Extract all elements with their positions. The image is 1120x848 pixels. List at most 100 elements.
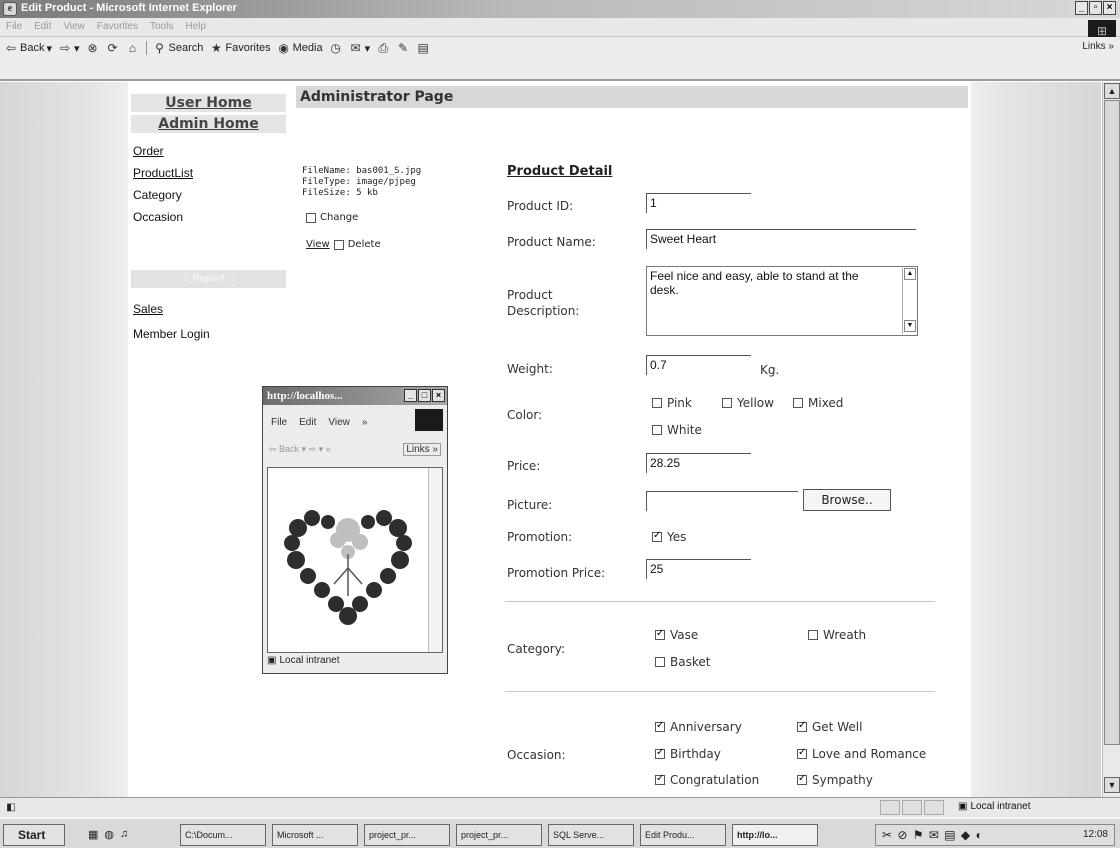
price-field[interactable]: 28.25 (646, 453, 751, 473)
occasion-birthday-checkbox[interactable] (655, 747, 665, 759)
favorites-label: Favorites (225, 42, 271, 54)
occasion-congratulation-checkbox[interactable] (655, 773, 665, 785)
popup-nav-buttons[interactable]: ⇦ Back ▾ ⇨ ▾ » (269, 444, 331, 455)
occasion-sympathy-checkbox[interactable] (797, 773, 807, 785)
change-checkbox[interactable] (306, 212, 316, 223)
menu-file[interactable]: File (6, 21, 22, 32)
print-button[interactable]: ⎙ (376, 41, 390, 55)
sidebar-item-member-login[interactable]: Member Login (133, 327, 210, 341)
task-button-active[interactable]: http://lo... (732, 824, 818, 846)
search-button[interactable]: ⚲ Search (153, 41, 203, 55)
description-textarea[interactable]: Feel nice and easy, able to stand at the… (646, 266, 918, 336)
browse-button[interactable]: Browse.. (803, 489, 891, 511)
color-yellow-label: Yellow (737, 396, 774, 410)
popup-menu-more[interactable]: » (362, 417, 368, 428)
quick-launch: ▦ ◍ ♫ (88, 828, 128, 841)
occasion-anniversary-checkbox[interactable] (655, 720, 665, 732)
popup-menu-edit[interactable]: Edit (299, 417, 316, 428)
promotion-price-field[interactable]: 25 (646, 559, 751, 579)
picture-file-field[interactable] (646, 491, 798, 511)
color-pink-checkbox[interactable] (652, 398, 662, 408)
task-button[interactable]: Edit Produ... (640, 824, 726, 846)
occasion-option-congratulation: Congratulation (655, 773, 759, 787)
ie-app-icon[interactable]: e (3, 2, 17, 16)
weight-field[interactable]: 0.7 (646, 355, 751, 375)
media-button[interactable]: ◉ Media (277, 41, 322, 55)
back-button[interactable]: ⇦ Back ▾ (4, 41, 52, 55)
stop-button[interactable]: ⊗ (86, 41, 100, 55)
browser-icon[interactable]: ◍ (104, 828, 114, 841)
view-picture-link[interactable]: View (306, 239, 330, 250)
user-home-link[interactable]: User Home (131, 94, 286, 112)
page-scrollbar[interactable]: ▲ ▼ (1102, 82, 1120, 797)
popup-maximize-button[interactable]: □ (418, 389, 431, 402)
task-button[interactable]: Microsoft ... (272, 824, 358, 846)
scroll-up-icon[interactable]: ▲ (904, 268, 916, 280)
close-button[interactable]: × (1103, 1, 1116, 15)
favorites-button[interactable]: ★ Favorites (209, 41, 271, 55)
refresh-button[interactable]: ⟳ (106, 41, 120, 55)
media-player-icon[interactable]: ♫ (120, 828, 128, 841)
admin-home-link[interactable]: Admin Home (131, 115, 286, 133)
product-name-field[interactable]: Sweet Heart (646, 229, 916, 249)
restore-button[interactable]: ▫ (1089, 1, 1102, 15)
menu-help[interactable]: Help (185, 21, 206, 32)
sidebar-item-occasion[interactable]: Occasion (133, 210, 183, 224)
category-wreath-checkbox[interactable] (808, 630, 818, 640)
sidebar-item-order[interactable]: Order (133, 144, 164, 158)
scrollbar-thumb[interactable] (1104, 100, 1120, 745)
edit-icon: ✎ (398, 41, 409, 55)
popup-links-button[interactable]: Links » (403, 443, 441, 456)
status-bar: ◧ ▣ Local intranet (0, 797, 1120, 817)
window-controls: _ ▫ × (1075, 1, 1116, 15)
sidebar-item-sales[interactable]: Sales (133, 302, 163, 316)
menu-edit[interactable]: Edit (34, 21, 51, 32)
status-cell (924, 800, 944, 815)
desktop-icon[interactable]: ▦ (88, 828, 98, 841)
delete-checkbox[interactable] (333, 239, 344, 250)
menu-tools[interactable]: Tools (150, 21, 173, 32)
start-label: Start (18, 828, 46, 842)
popup-menu-view[interactable]: View (328, 417, 350, 428)
popup-menu-file[interactable]: File (271, 417, 287, 428)
task-button[interactable]: C:\Docum... (180, 824, 266, 846)
occasion-get-well-checkbox[interactable] (797, 720, 807, 732)
scroll-down-icon[interactable]: ▼ (904, 320, 916, 332)
product-id-field[interactable]: 1 (646, 193, 751, 213)
task-button[interactable]: project_pr... (364, 824, 450, 846)
toolbar-separator (145, 41, 147, 55)
minimize-button[interactable]: _ (1075, 1, 1088, 15)
occasion-love-checkbox[interactable] (797, 747, 807, 759)
tray-icons[interactable]: ✂ ⊘ ⚑ ✉ ▤ ◆ ◐ (882, 828, 984, 842)
promotion-checkbox[interactable] (652, 530, 662, 542)
file-size: FileSize: 5 kb (302, 188, 378, 198)
history-button[interactable]: ◷ (329, 41, 343, 55)
color-white-checkbox[interactable] (652, 425, 662, 435)
menu-favorites[interactable]: Favorites (97, 21, 138, 32)
color-yellow-checkbox[interactable] (722, 398, 732, 408)
edit-page-button[interactable]: ✎ (396, 41, 410, 55)
category-basket-checkbox[interactable] (655, 657, 665, 667)
mail-button[interactable]: ✉ ▾ (349, 41, 371, 55)
popup-windows-logo-icon (415, 409, 443, 431)
task-button[interactable]: SQL Serve... (548, 824, 634, 846)
forward-button[interactable]: ⇨ ▾ (58, 41, 80, 55)
menu-view[interactable]: View (63, 21, 85, 32)
color-mixed-checkbox[interactable] (793, 398, 803, 408)
textarea-scrollbar[interactable]: ▲ ▼ (902, 268, 916, 334)
home-button[interactable]: ⌂ (126, 41, 140, 55)
discuss-button[interactable]: ▤ (416, 41, 430, 55)
task-button[interactable]: project_pr... (456, 824, 542, 846)
scroll-up-icon[interactable]: ▲ (1104, 83, 1120, 99)
sidebar-item-category[interactable]: Category (133, 188, 182, 202)
category-vase-checkbox[interactable] (655, 628, 665, 640)
start-button[interactable]: Start (3, 824, 65, 846)
links-toolbar-button[interactable]: Links » (1082, 41, 1114, 52)
scroll-down-icon[interactable]: ▼ (1104, 777, 1120, 793)
status-cell (880, 800, 900, 815)
picture-preview-window[interactable]: http://localhos... _ □ × File Edit View … (262, 386, 448, 674)
popup-scrollbar[interactable] (428, 468, 442, 652)
popup-close-button[interactable]: × (432, 389, 445, 402)
popup-minimize-button[interactable]: _ (404, 389, 417, 402)
sidebar-item-productlist[interactable]: ProductList (133, 166, 193, 180)
